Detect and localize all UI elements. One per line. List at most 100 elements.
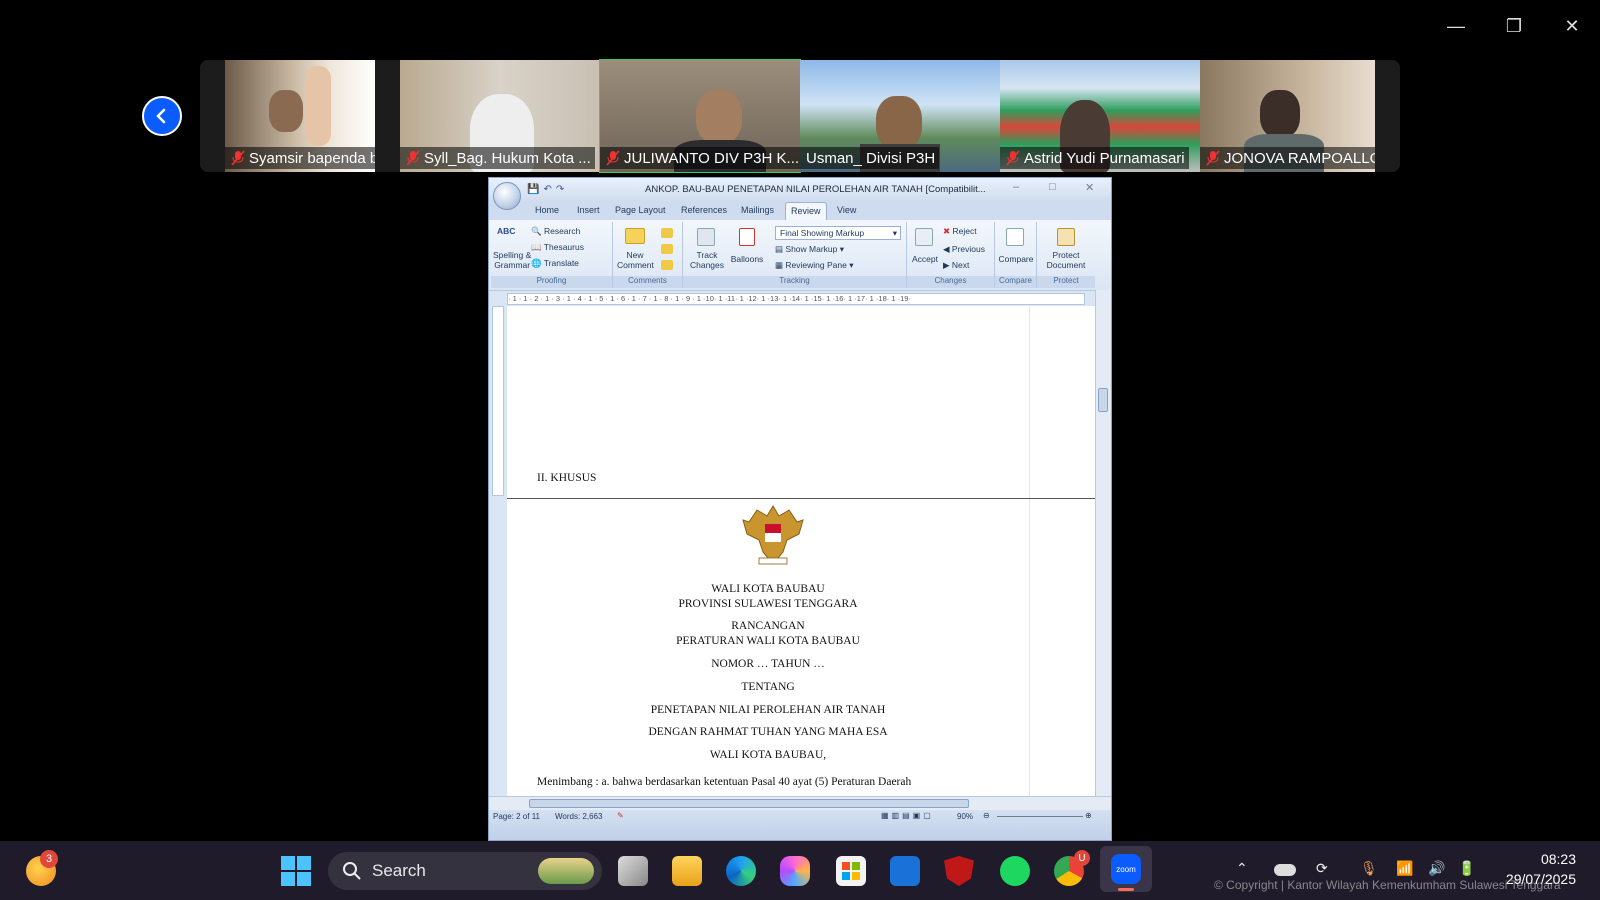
tab-insert[interactable]: Insert — [577, 205, 600, 215]
horizontal-scrollbar[interactable] — [489, 796, 1111, 810]
tab-view[interactable]: View — [837, 205, 856, 215]
balloons-button[interactable]: Balloons — [729, 254, 765, 264]
page-content: WALI KOTA BAUBAU PROVINSI SULAWESI TENGG… — [507, 498, 1029, 796]
participant-face — [269, 90, 303, 132]
changes-label: Changes — [689, 260, 725, 270]
research-button[interactable]: 🔍 Research — [531, 226, 580, 236]
grammar-label: Grammar — [494, 260, 531, 270]
reviewing-pane-button[interactable]: ▦ Reviewing Pane ▾ — [775, 260, 853, 270]
video-tile[interactable]: Syamsir bapenda baub... — [225, 60, 375, 172]
protect-document-button[interactable]: Protect Document — [1037, 250, 1095, 270]
restore-button[interactable]: ❐ — [1500, 14, 1528, 38]
video-tile[interactable]: JONOVA RAMPOALLO — [1200, 60, 1375, 172]
accept-button[interactable]: Accept — [909, 254, 941, 264]
close-button[interactable]: ✕ — [1558, 14, 1586, 38]
clock-time[interactable]: 08:23 — [1490, 851, 1576, 867]
tab-review[interactable]: Review — [785, 202, 827, 220]
windows-logo-icon — [297, 872, 311, 886]
word-restore-button[interactable]: □ — [1049, 181, 1056, 193]
task-view-icon[interactable] — [618, 856, 648, 886]
spotify-icon[interactable] — [1000, 856, 1030, 886]
new-comment-icon — [625, 228, 645, 244]
word-close-button[interactable]: ✕ — [1085, 181, 1094, 194]
doc-line: PERATURAN WALI KOTA BAUBAU — [676, 635, 860, 647]
horizontal-ruler[interactable]: · 1 · 1 · 2 · 1 · 3 · 1 · 4 · 1 · 5 · 1 … — [489, 290, 1111, 306]
doc-line: WALI KOTA BAUBAU, — [709, 749, 827, 761]
page-count[interactable]: Page: 2 of 11 — [493, 812, 540, 821]
show-markup-button[interactable]: ▤ Show Markup ▾ — [775, 244, 844, 254]
video-tile[interactable]: Astrid Yudi Purnamasari — [1000, 60, 1200, 172]
comments-group-label: Comments — [613, 276, 682, 288]
participant-label: Syll_Bag. Hukum Kota ... — [400, 147, 595, 169]
file-explorer-icon[interactable] — [672, 856, 702, 886]
microphone-icon[interactable]: 🎙 — [1360, 860, 1378, 877]
doc-line: DENGAN RAHMAT TUHAN YANG MAHA ESA — [648, 726, 888, 738]
edge-icon[interactable] — [726, 856, 756, 886]
start-button[interactable] — [281, 856, 311, 886]
document-area[interactable]: II. KHUSUS WALI KOTA BAUBAU PROVINSI SUL… — [507, 306, 1095, 796]
show-hidden-icons[interactable]: ⌃ — [1236, 860, 1248, 877]
minimize-button[interactable]: — — [1442, 14, 1470, 38]
myhp-icon[interactable] — [890, 856, 920, 886]
scroll-thumb[interactable] — [1098, 388, 1108, 412]
store-tile — [852, 872, 860, 880]
previous-comment-icon[interactable] — [661, 244, 673, 254]
chrome-profile-badge: U — [1074, 850, 1090, 866]
onedrive-icon[interactable] — [1274, 864, 1296, 876]
video-tile[interactable]: Syll_Bag. Hukum Kota ... — [400, 60, 600, 172]
video-tile[interactable]: Usman_ Divisi P3H — [800, 60, 1000, 172]
zoom-app-active[interactable]: zoom — [1100, 846, 1152, 892]
microsoft-store-icon[interactable] — [836, 856, 866, 886]
quick-access-toolbar[interactable]: 💾↶↷ — [527, 184, 568, 195]
previous-page-button[interactable] — [142, 96, 182, 136]
office-button[interactable] — [493, 182, 521, 210]
wifi-icon[interactable]: 📶 — [1396, 860, 1413, 877]
reject-icon: ✖ — [943, 226, 951, 236]
battery-icon[interactable]: 🔋 — [1458, 860, 1475, 877]
video-tile-active-speaker[interactable]: JULIWANTO DIV P3H K... — [599, 59, 801, 173]
vertical-ruler[interactable] — [489, 306, 507, 796]
spelling-icon: ABC — [497, 226, 516, 236]
proofing-status-icon[interactable]: ✎ — [617, 811, 624, 820]
zoom-level[interactable]: 90% — [957, 812, 973, 821]
word-minimize-button[interactable]: – — [1013, 181, 1019, 193]
delete-comment-icon[interactable] — [661, 228, 673, 238]
tab-references[interactable]: References — [681, 205, 727, 215]
view-buttons[interactable]: ▦▥▤▣▢ — [881, 811, 934, 820]
research-label: Research — [543, 226, 581, 236]
zoom-in-icon[interactable]: ⊕ — [1085, 811, 1092, 820]
sync-icon[interactable]: ⟳ — [1316, 860, 1328, 877]
search-highlight-image — [538, 858, 594, 884]
word-count[interactable]: Words: 2,663 — [555, 812, 602, 821]
tab-mailings[interactable]: Mailings — [741, 205, 774, 215]
copilot-icon[interactable] — [780, 856, 810, 886]
zoom-out-icon[interactable]: ⊖ — [983, 811, 990, 820]
compare-icon — [1006, 228, 1024, 246]
store-tile — [852, 862, 860, 870]
track-changes-button[interactable]: Track Changes — [687, 250, 727, 270]
tab-home[interactable]: Home — [535, 205, 559, 215]
ruler-scale: · 1 · 1 · 2 · 1 · 3 · 1 · 4 · 1 · 5 · 1 … — [507, 293, 1085, 305]
zoom-slider[interactable] — [997, 816, 1083, 817]
thesaurus-button[interactable]: 📖 Thesaurus — [531, 242, 584, 252]
mic-muted-icon — [1206, 150, 1220, 166]
new-comment-button[interactable]: New Comment — [617, 250, 654, 270]
vertical-scrollbar[interactable] — [1095, 290, 1111, 796]
next-change-button[interactable]: ▶ Next — [943, 260, 969, 270]
volume-icon[interactable]: 🔊 — [1428, 860, 1445, 877]
scroll-thumb[interactable] — [529, 799, 969, 808]
participant-name: Syll_Bag. Hukum Kota ... — [424, 149, 591, 167]
next-comment-icon[interactable] — [661, 260, 673, 270]
ribbon-tabs: Home Insert Page Layout References Maili… — [489, 202, 1111, 220]
translate-button[interactable]: 🌐 Translate — [531, 258, 579, 268]
minimize-icon: — — [1447, 15, 1465, 36]
reject-button[interactable]: ✖ Reject — [943, 226, 977, 236]
spelling-grammar-button[interactable]: Spelling & Grammar — [493, 250, 531, 270]
active-indicator — [1118, 888, 1134, 891]
taskbar-search[interactable]: Search — [328, 852, 602, 890]
previous-change-button[interactable]: ◀ Previous — [943, 244, 985, 254]
compare-button[interactable]: Compare — [995, 254, 1037, 264]
tab-page-layout[interactable]: Page Layout — [615, 205, 666, 215]
lock-icon — [1057, 228, 1075, 246]
markup-select[interactable]: Final Showing Markup ▾ — [775, 226, 901, 240]
